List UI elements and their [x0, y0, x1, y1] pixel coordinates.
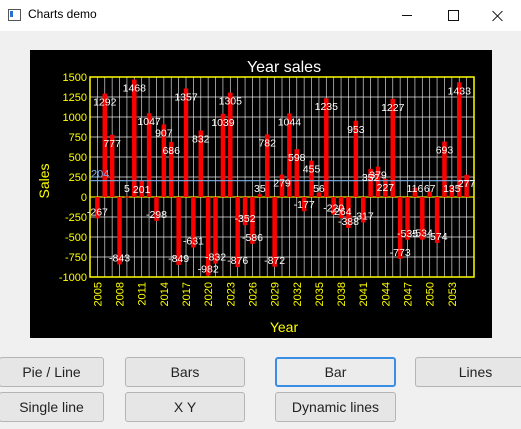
- y-tick-label: 500: [69, 152, 87, 164]
- y-tick-label: -250: [65, 212, 87, 224]
- data-label: 116: [407, 183, 424, 195]
- y-tick-label: 750: [69, 132, 87, 144]
- x-tick-label: 2038: [336, 282, 348, 306]
- data-label: -843: [109, 252, 130, 264]
- data-label: 1044: [278, 116, 302, 128]
- data-label: 1227: [381, 102, 405, 114]
- data-label: -574: [427, 231, 448, 243]
- data-label: -177: [294, 199, 315, 211]
- x-tick-label: 2014: [159, 282, 171, 306]
- x-tick-label: 2029: [270, 282, 282, 306]
- data-label: -849: [168, 253, 189, 265]
- average-label: 204: [91, 169, 109, 181]
- x-tick-label: 2050: [425, 282, 437, 306]
- data-label: -352: [235, 213, 256, 225]
- data-label: 782: [258, 137, 276, 149]
- x-tick-label: 2035: [314, 282, 326, 306]
- x-tick-label: 2020: [203, 282, 215, 306]
- data-label: 67: [424, 183, 436, 195]
- title-bar: Charts demo: [0, 0, 521, 31]
- data-label: 1305: [219, 96, 243, 108]
- data-label: -586: [242, 232, 263, 244]
- data-label: 35: [254, 183, 266, 195]
- pie-line-button[interactable]: Pie / Line: [0, 357, 104, 387]
- y-tick-label: 1500: [63, 72, 87, 84]
- y-tick-label: 250: [69, 172, 87, 184]
- data-label: 1292: [93, 97, 117, 109]
- y-axis-label: Sales: [36, 163, 52, 198]
- close-button[interactable]: [475, 0, 521, 31]
- data-label: -832: [205, 252, 226, 264]
- xy-button[interactable]: X Y: [125, 392, 245, 422]
- x-tick-label: 2032: [292, 282, 304, 306]
- x-axis-label: Year: [270, 319, 299, 335]
- bar-chart: Year sales Sales Year 1500 1250 1000 750 500…: [36, 59, 476, 335]
- x-tick-label: 2011: [137, 282, 149, 306]
- y-tick-label: -500: [65, 232, 87, 244]
- x-tick-label: 2017: [181, 282, 193, 306]
- data-label: 686: [162, 145, 180, 157]
- data-label: 1357: [174, 91, 198, 103]
- data-label: -876: [227, 255, 248, 267]
- data-label: 1468: [123, 83, 147, 95]
- data-label: 953: [347, 124, 365, 136]
- data-label: 5: [124, 183, 130, 195]
- x-tick-label: 2053: [447, 282, 459, 306]
- chart-area: Year sales Sales Year 1500 1250 1000 750 500…: [30, 50, 492, 338]
- data-label: 227: [377, 182, 395, 194]
- x-tick-label: 2023: [225, 282, 237, 306]
- app-icon: [8, 9, 21, 21]
- data-label: -631: [183, 235, 204, 247]
- data-label: -872: [264, 255, 285, 267]
- minimize-icon: [402, 15, 412, 16]
- minimize-button[interactable]: [384, 0, 430, 31]
- x-tick-label: 2026: [247, 282, 259, 306]
- y-tick-label: 1000: [63, 112, 87, 124]
- bar: [132, 79, 137, 197]
- data-label: -267: [87, 206, 108, 218]
- data-label: -773: [390, 247, 411, 259]
- data-label: -982: [198, 264, 219, 276]
- maximize-button[interactable]: [430, 0, 476, 31]
- single-line-button[interactable]: Single line: [0, 392, 104, 422]
- bar: [228, 92, 233, 197]
- y-tick-label: 1250: [63, 92, 87, 104]
- bar-button[interactable]: Bar: [275, 357, 396, 387]
- x-tick-label: 2047: [403, 282, 415, 306]
- maximize-icon: [447, 10, 459, 21]
- chart-title: Year sales: [247, 59, 321, 76]
- data-label: 1235: [315, 101, 339, 113]
- y-tick-label: -750: [65, 252, 87, 264]
- data-label: 379: [369, 170, 387, 182]
- bar: [124, 196, 130, 198]
- data-label: 1433: [448, 85, 472, 97]
- y-tick-label: -1000: [59, 272, 87, 284]
- data-label: 279: [273, 178, 291, 190]
- bars-button[interactable]: Bars: [125, 357, 245, 387]
- data-label: 1039: [211, 117, 235, 129]
- data-label: -317: [353, 210, 374, 222]
- x-tick-label: 2044: [380, 282, 392, 306]
- data-label: 56: [313, 183, 325, 195]
- data-label: 201: [133, 184, 151, 196]
- data-label: 1047: [137, 116, 161, 128]
- data-label: 907: [155, 127, 173, 139]
- lines-button[interactable]: Lines: [415, 357, 521, 387]
- dynamic-lines-button[interactable]: Dynamic lines: [275, 392, 396, 422]
- window-title: Charts demo: [28, 7, 97, 21]
- x-tick-label: 2008: [115, 282, 127, 306]
- data-label: 832: [192, 133, 210, 145]
- x-tick-label: 2005: [92, 282, 104, 306]
- data-label: -298: [146, 209, 167, 221]
- y-tick-label: 0: [81, 192, 87, 204]
- data-label: 777: [103, 138, 121, 150]
- data-label: 693: [436, 145, 454, 157]
- close-icon: [492, 10, 504, 22]
- data-label: 277: [458, 178, 476, 190]
- data-label: 455: [303, 164, 321, 176]
- data-label: 598: [288, 152, 306, 164]
- x-tick-label: 2041: [358, 282, 370, 306]
